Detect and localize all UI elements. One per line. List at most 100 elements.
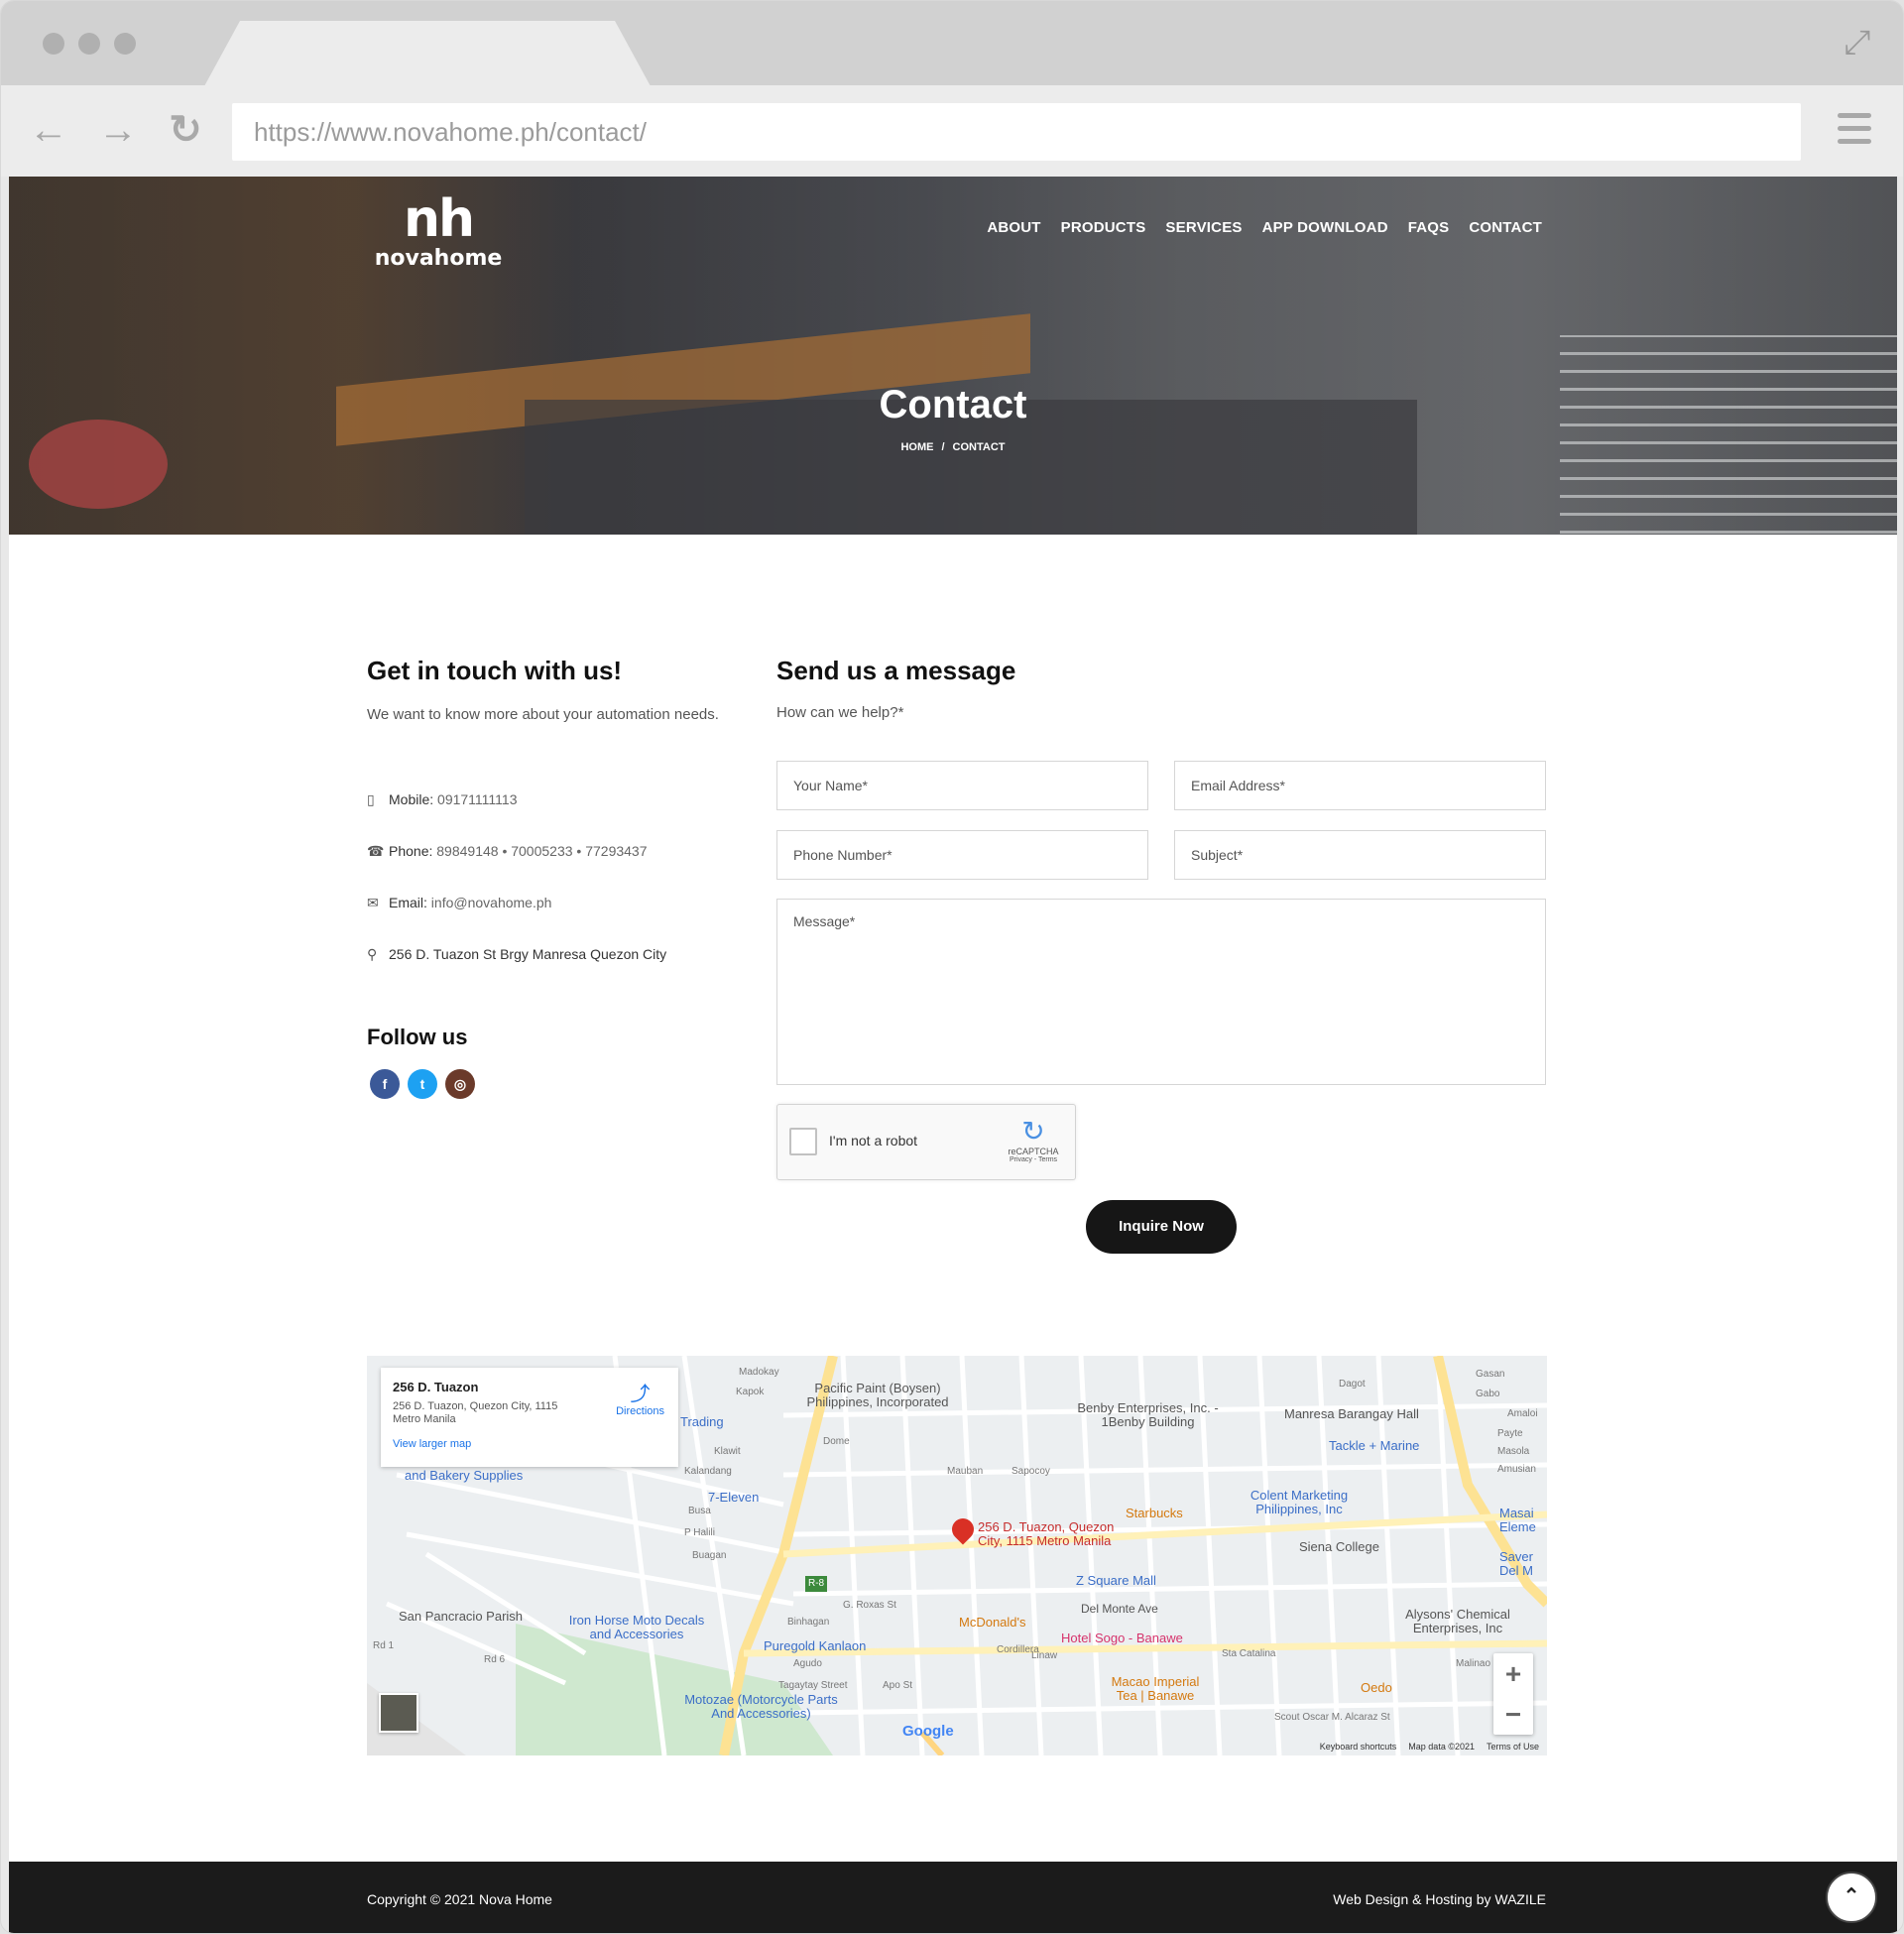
map-attribution: Keyboard shortcuts Map data ©2021 Terms … xyxy=(1320,1742,1539,1752)
map-place[interactable]: Macao Imperial Tea | Banawe xyxy=(1101,1675,1210,1703)
email-label: Email: xyxy=(389,895,427,910)
name-input[interactable]: Your Name* xyxy=(776,761,1148,810)
map-street: Scout Oscar M. Alcaraz St xyxy=(1274,1712,1390,1723)
view-larger-map-link[interactable]: View larger map xyxy=(393,1438,666,1450)
map-place[interactable]: Alysons' Chemical Enterprises, Inc xyxy=(1393,1608,1522,1635)
recaptcha-icon: ↻ xyxy=(1021,1116,1045,1147)
phone-value[interactable]: 89849148 • 70005233 • 77293437 xyxy=(436,843,647,859)
contact-address: ⚲ 256 D. Tuazon St Brgy Manresa Quezon Ci… xyxy=(367,946,666,963)
map-street: Agudo xyxy=(793,1658,822,1669)
map-place[interactable]: Siena College xyxy=(1299,1540,1379,1554)
map-street: Sta Catalina xyxy=(1222,1648,1276,1659)
hero-banner: nh novahome ABOUT PRODUCTS SERVICES APP … xyxy=(9,177,1897,535)
terms-of-use-link[interactable]: Terms of Use xyxy=(1487,1742,1539,1752)
map-place[interactable]: Starbucks xyxy=(1126,1507,1183,1520)
satellite-toggle[interactable] xyxy=(379,1693,418,1733)
map-place[interactable]: McDonald's xyxy=(959,1616,1026,1630)
map-street: Apo St xyxy=(883,1680,913,1691)
location-pin-icon: ⚲ xyxy=(367,946,378,962)
zoom-out-button[interactable]: − xyxy=(1493,1694,1533,1735)
map-street: Sapocoy xyxy=(1012,1466,1050,1477)
map-street: Dagot xyxy=(1339,1379,1366,1390)
recaptcha-widget: I'm not a robot ↻ reCAPTCHA Privacy - Te… xyxy=(776,1104,1076,1180)
nav-about[interactable]: ABOUT xyxy=(987,219,1040,236)
zoom-in-button[interactable]: + xyxy=(1493,1653,1533,1694)
nav-products[interactable]: PRODUCTS xyxy=(1061,219,1146,236)
nav-app-download[interactable]: APP DOWNLOAD xyxy=(1262,219,1388,236)
map-place[interactable]: Motozae (Motorcycle Parts And Accessorie… xyxy=(684,1693,838,1721)
map-place[interactable]: San Pancracio Parish xyxy=(399,1610,523,1624)
chevron-up-icon[interactable]: ⌃ xyxy=(1826,1872,1877,1923)
map-street: Payte xyxy=(1497,1428,1523,1439)
window-close-dot[interactable] xyxy=(43,33,64,55)
hero-image-railing xyxy=(1560,335,1897,534)
logo-wordmark: novahome xyxy=(374,246,503,271)
map-place[interactable]: Saver Del M xyxy=(1499,1550,1545,1578)
hero-image-chair xyxy=(29,420,168,509)
phone-icon: ☎ xyxy=(367,843,385,859)
hamburger-icon[interactable] xyxy=(1838,113,1871,147)
footer-credit[interactable]: Web Design & Hosting by WAZILE xyxy=(1333,1891,1546,1907)
reload-icon[interactable]: ↻ xyxy=(164,108,207,152)
form-heading: Send us a message xyxy=(776,656,1016,685)
email-input[interactable]: Email Address* xyxy=(1174,761,1546,810)
inquire-now-button[interactable]: Inquire Now xyxy=(1086,1200,1237,1254)
map-place[interactable]: Tackle + Marine xyxy=(1329,1439,1419,1453)
footer-copyright: Copyright © 2021 Nova Home xyxy=(367,1891,552,1907)
map-place[interactable]: Colent Marketing Philippines, Inc xyxy=(1240,1489,1359,1516)
breadcrumb-current: CONTACT xyxy=(952,441,1006,453)
directions-label: Directions xyxy=(616,1405,664,1417)
map-street: Amaloi xyxy=(1507,1408,1538,1419)
map-place[interactable]: Manresa Barangay Hall xyxy=(1284,1407,1419,1421)
map-street: Rd 6 xyxy=(484,1654,506,1665)
nav-services[interactable]: SERVICES xyxy=(1165,219,1242,236)
phone-input[interactable]: Phone Number* xyxy=(776,830,1148,880)
window-maximize-dot[interactable] xyxy=(114,33,136,55)
logo-mark: nh xyxy=(403,189,475,249)
map-place[interactable]: Hotel Sogo - Banawe xyxy=(1061,1632,1183,1645)
envelope-icon: ✉ xyxy=(367,895,379,910)
email-value[interactable]: info@novahome.ph xyxy=(431,895,552,910)
site-logo[interactable]: nh novahome xyxy=(374,191,503,281)
map-place[interactable]: Oedo xyxy=(1361,1681,1392,1695)
map-street: Amusian xyxy=(1497,1464,1536,1475)
map-street: Binhagan xyxy=(787,1617,830,1628)
map-place[interactable]: Trading xyxy=(680,1415,724,1429)
map-street: Buagan xyxy=(692,1550,727,1561)
arrow-right-icon[interactable]: → xyxy=(96,108,140,152)
mobile-label: Mobile: xyxy=(389,791,434,807)
map-street: P Halili xyxy=(684,1527,715,1538)
instagram-icon[interactable]: ◎ xyxy=(445,1069,475,1099)
expand-icon[interactable]: ⤢ xyxy=(1838,23,1877,62)
message-textarea[interactable]: Message* xyxy=(776,899,1546,1085)
map-place[interactable]: 7-Eleven xyxy=(708,1491,759,1505)
url-field[interactable]: https://www.novahome.ph/contact/ xyxy=(232,103,1801,161)
nav-faqs[interactable]: FAQS xyxy=(1408,219,1450,236)
map-street: Linaw xyxy=(1031,1650,1058,1661)
recaptcha-checkbox[interactable] xyxy=(789,1128,817,1155)
map-place[interactable]: Iron Horse Moto Decals and Accessories xyxy=(557,1614,716,1641)
window-minimize-dot[interactable] xyxy=(78,33,100,55)
map-zoom-controls: + − xyxy=(1493,1653,1533,1735)
keyboard-shortcuts-link[interactable]: Keyboard shortcuts xyxy=(1320,1742,1397,1752)
directions-button[interactable]: ⤴ Directions xyxy=(616,1384,664,1417)
twitter-icon[interactable]: t xyxy=(408,1069,437,1099)
subject-input[interactable]: Subject* xyxy=(1174,830,1546,880)
nav-contact[interactable]: CONTACT xyxy=(1469,219,1542,236)
recaptcha-links[interactable]: Privacy - Terms xyxy=(1004,1156,1063,1163)
map-place[interactable]: Puregold Kanlaon xyxy=(764,1639,866,1653)
browser-tab[interactable] xyxy=(204,21,651,86)
facebook-icon[interactable]: f xyxy=(370,1069,400,1099)
map-place[interactable]: Z Square Mall xyxy=(1076,1574,1156,1588)
arrow-left-icon[interactable]: ← xyxy=(27,108,70,152)
map-place[interactable]: and Bakery Supplies xyxy=(405,1469,523,1483)
map-place[interactable]: Pacific Paint (Boysen) Philippines, Inco… xyxy=(803,1382,952,1409)
map-place[interactable]: Masai Eleme xyxy=(1499,1507,1545,1534)
google-map[interactable]: 256 D. Tuazon 256 D. Tuazon, Quezon City… xyxy=(367,1356,1547,1755)
site-footer: Copyright © 2021 Nova Home Web Design & … xyxy=(9,1862,1897,1933)
map-data-text: Map data ©2021 xyxy=(1408,1742,1475,1752)
contact-mobile: ▯ Mobile: 09171111113 xyxy=(367,791,517,808)
mobile-value[interactable]: 09171111113 xyxy=(437,791,517,807)
map-place[interactable]: Benby Enterprises, Inc. - 1Benby Buildin… xyxy=(1076,1401,1220,1429)
breadcrumb-home[interactable]: HOME xyxy=(900,441,933,453)
